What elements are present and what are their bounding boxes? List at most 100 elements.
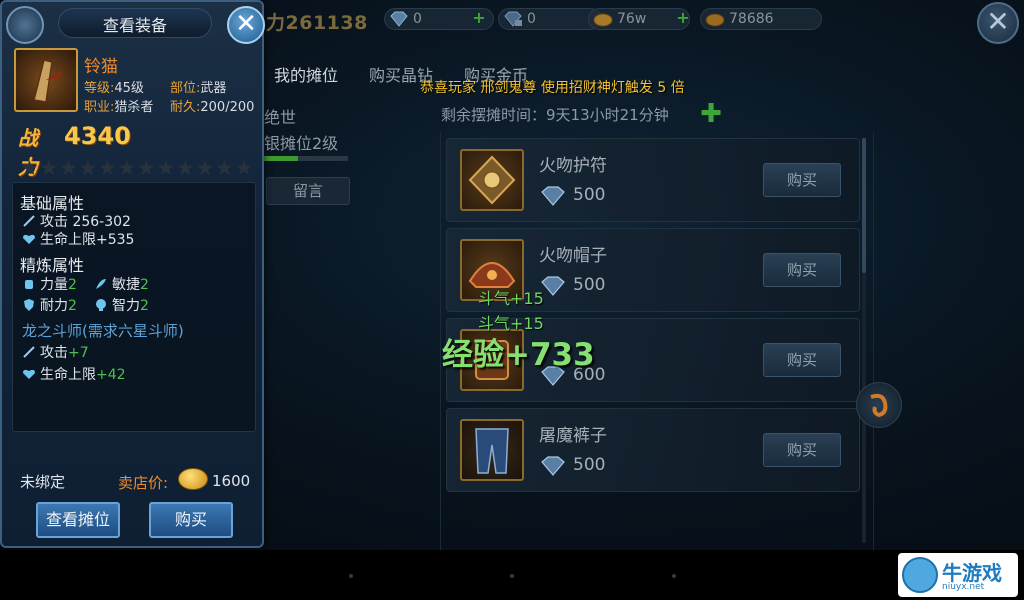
star-empty-icon: ★ <box>215 156 234 180</box>
diamond-icon <box>541 186 565 206</box>
attr-label: 攻击 <box>40 345 68 361</box>
tab-my-stall[interactable]: 我的摊位 <box>274 62 338 86</box>
star-empty-icon: ★ <box>39 156 59 180</box>
silver-ingot-icon <box>705 13 725 27</box>
attr-value: 256-302 <box>72 214 131 230</box>
weapon-icon <box>14 48 78 112</box>
attr-label: 耐力 <box>40 298 68 314</box>
item-name: 屠魔裤子 <box>539 426 607 446</box>
item-price: 500 <box>573 275 606 295</box>
amulet-art <box>468 155 516 205</box>
refine-attr-row: 力量2 <box>22 274 77 294</box>
extend-time-button[interactable]: ✚ <box>700 101 722 127</box>
level-label: 等级: <box>84 81 115 96</box>
pants-icon <box>460 419 524 481</box>
attr-value: +535 <box>96 232 135 248</box>
attr-label: 敏捷 <box>112 277 140 293</box>
claw-weapon-art <box>33 59 62 103</box>
sword-icon <box>23 346 35 358</box>
stall-progress-fill <box>262 156 298 161</box>
amulet-icon <box>460 149 524 211</box>
feather-icon <box>96 279 106 289</box>
attr-label: 生命上限 <box>40 232 96 248</box>
watermark-logo: 牛游戏 niuyx.net <box>898 553 1018 597</box>
buy-button[interactable]: 购买 <box>763 343 841 377</box>
buy-button[interactable]: 购买 <box>763 163 841 197</box>
top-power-value: 力261138 <box>266 12 368 34</box>
heart-icon <box>23 234 35 244</box>
stall-progress-track <box>298 156 348 161</box>
attr-value: +42 <box>96 367 126 383</box>
bound-diamond-counter: 0 <box>498 8 602 30</box>
equipment-name: 铃猫 <box>84 57 118 77</box>
attr-label: 生命上限 <box>40 367 96 383</box>
message-button[interactable]: 留言 <box>266 177 350 205</box>
star-empty-icon: ★ <box>137 156 156 180</box>
nav-dot <box>510 574 514 578</box>
base-attr-row: 生命上限+535 <box>22 229 134 249</box>
bound-diamond-icon <box>504 11 522 27</box>
pet-art <box>870 393 888 418</box>
add-gold-button[interactable]: + <box>676 10 690 26</box>
slot-label: 部位: <box>170 81 201 96</box>
stall-level: 银摊位2级 <box>264 134 339 153</box>
attr-value: +7 <box>68 345 89 361</box>
refine-attr-row: 耐力2 <box>22 295 77 315</box>
close-panel-button[interactable]: ✕ <box>227 6 265 44</box>
silver-counter: 78686 <box>700 8 822 30</box>
gold-ingot-icon <box>593 13 613 27</box>
slot-stat: 部位:武器 <box>170 77 226 96</box>
attr-value: 2 <box>68 298 77 314</box>
close-stall-button[interactable]: ✕ <box>977 2 1019 44</box>
set-attr-row: 攻击+7 <box>22 342 89 362</box>
brain-icon <box>96 299 106 311</box>
star-empty-icon: ★ <box>176 156 195 180</box>
attr-label: 力量 <box>40 277 68 293</box>
buy-button[interactable]: 购买 <box>763 253 841 287</box>
gold-coin-icon <box>178 468 208 490</box>
attr-value: 2 <box>140 298 149 314</box>
resource-bar: 力261138 0 + 0 76w + 78686 <box>262 2 962 34</box>
panel-title: 查看装备 <box>102 16 167 35</box>
star-rating: ★ ★ ★ ★ ★ ★ ★ ★ ★ ★ ★ ★ <box>20 156 254 180</box>
diamond-icon <box>541 456 565 476</box>
scrollbar-thumb[interactable] <box>862 138 866 273</box>
stall-owner-title: 绝世 <box>264 108 297 127</box>
pet-shortcut-icon[interactable] <box>856 382 902 428</box>
sword-icon <box>23 215 35 227</box>
shop-item[interactable]: 火吻护符 500 购买 <box>446 138 860 222</box>
set-attr-row: 生命上限+42 <box>22 364 126 384</box>
fist-icon <box>25 280 33 289</box>
guild-emblem-icon <box>6 6 44 44</box>
durability-value: 200/200 <box>200 100 255 115</box>
buy-button[interactable]: 购买 <box>763 433 841 467</box>
gold-counter: 76w <box>588 8 690 30</box>
class-label: 职业: <box>84 100 115 115</box>
item-name: 火吻帽子 <box>539 246 607 266</box>
view-stall-button[interactable]: 查看摊位 <box>36 502 120 538</box>
level-stat: 等级:45级 <box>84 77 144 96</box>
floating-fight-spirit: 斗气+15 <box>478 289 544 308</box>
durability-label: 耐久: <box>170 100 201 115</box>
item-price: 500 <box>573 455 606 475</box>
nav-dot <box>349 574 353 578</box>
gold-amount: 76w <box>617 11 647 27</box>
floating-exp: 经验+733 <box>442 337 595 373</box>
diamond-icon <box>390 11 408 27</box>
star-empty-icon: ★ <box>20 156 39 180</box>
sell-price-label: 卖店价: <box>118 474 169 492</box>
stall-timer: 剩余摆摊时间：9天13小时21分钟 <box>441 106 669 124</box>
pants-art <box>475 428 509 474</box>
star-empty-icon: ★ <box>195 156 215 180</box>
combat-power-value: 4340 <box>64 122 131 150</box>
attr-value: 2 <box>68 277 77 293</box>
refine-attr-row: 智力2 <box>94 295 149 315</box>
buy-equipment-button[interactable]: 购买 <box>149 502 233 538</box>
set-bonus-title: 龙之斗师(需求六星斗师) <box>22 322 184 340</box>
add-diamond-button[interactable]: + <box>472 10 486 26</box>
refine-attributes-title: 精炼属性 <box>20 256 85 275</box>
durability-stat: 耐久:200/200 <box>170 96 254 115</box>
mascot-icon <box>902 557 938 593</box>
shield-icon <box>24 299 34 311</box>
shop-item[interactable]: 屠魔裤子 500 购买 <box>446 408 860 492</box>
